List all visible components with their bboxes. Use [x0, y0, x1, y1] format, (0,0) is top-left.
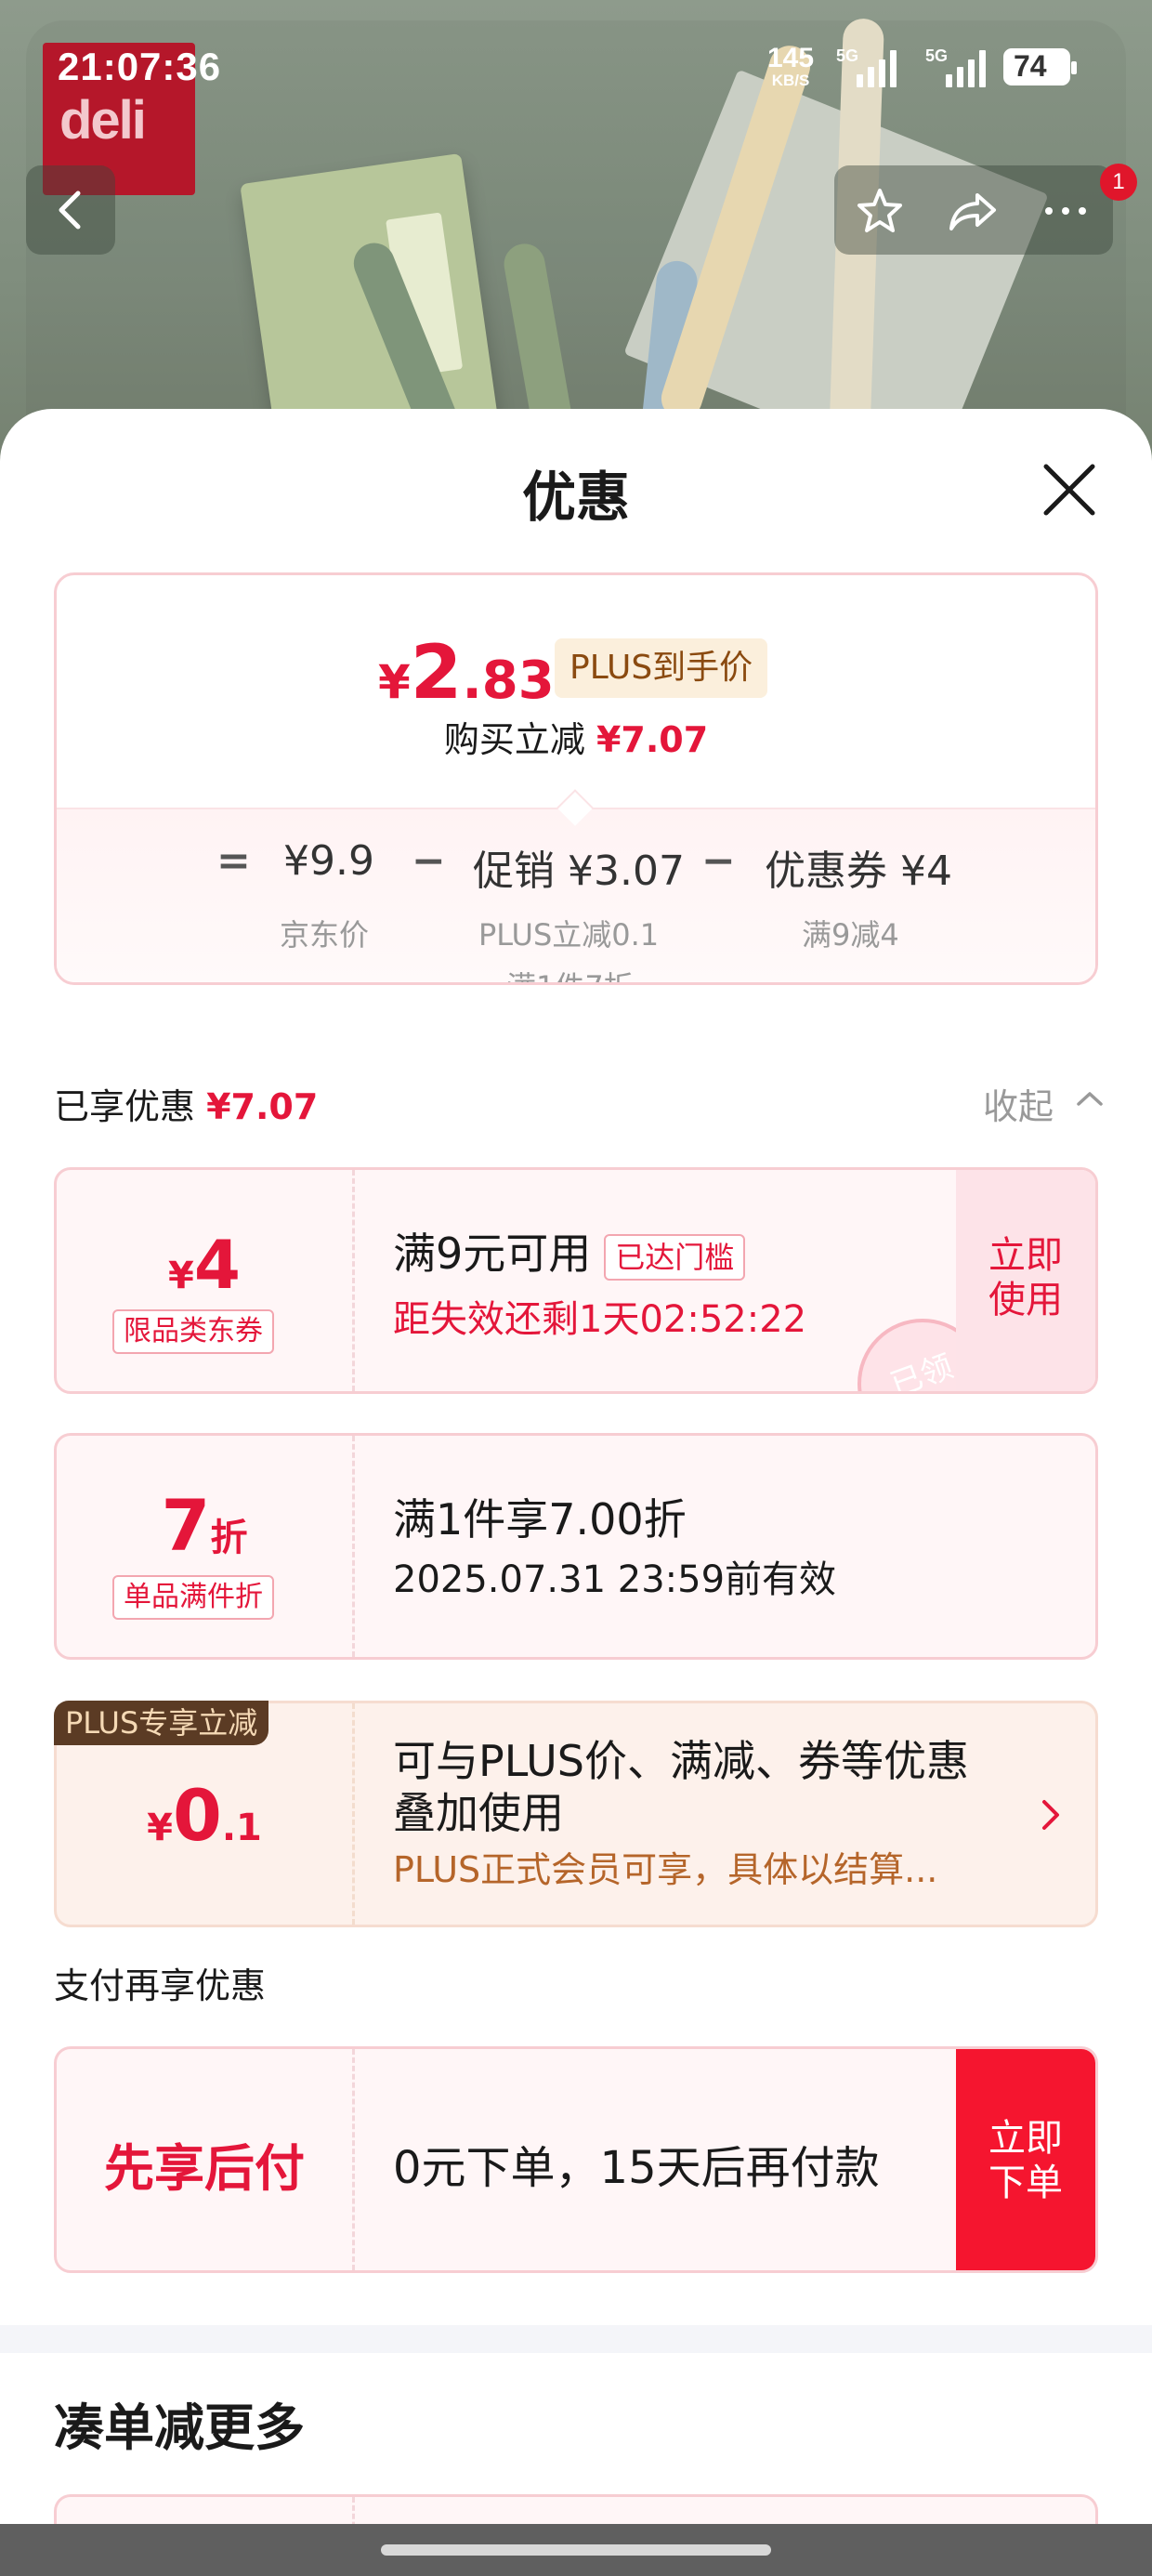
- coupon-condition: 满9元可用: [393, 1229, 592, 1279]
- order-button-line2: 下单: [988, 2162, 1063, 2204]
- equals-sign: =: [216, 837, 251, 885]
- use-button-line2: 使用: [988, 1279, 1063, 1321]
- home-indicator[interactable]: [381, 2544, 771, 2556]
- network-speed-value: 145: [767, 43, 815, 73]
- jd-price-label: 京东价: [280, 917, 370, 953]
- collapse-toggle[interactable]: 收起: [983, 1078, 1103, 1129]
- jd-price: ¥9.9: [283, 837, 374, 885]
- plus-exclusive-tag: PLUS专享立减: [54, 1701, 269, 1745]
- discount-type-tag: 单品满件折: [112, 1575, 274, 1620]
- more-icon[interactable]: [1041, 186, 1091, 236]
- minus-sign: −: [701, 837, 736, 885]
- coupon-countdown: 距失效还剩1天02:52:22: [393, 1298, 807, 1341]
- card-divider: [352, 1703, 355, 1925]
- reduced-label: 购买立减: [443, 719, 585, 760]
- currency-symbol: ¥: [378, 655, 411, 709]
- threshold-reached-badge: 已达门槛: [604, 1233, 746, 1281]
- enjoyed-amount: ¥7.07: [206, 1086, 319, 1127]
- coupon-type-tag: 限品类东券: [112, 1309, 274, 1354]
- price-summary-card: ¥2.83 PLUS到手价 购买立减 ¥7.07 = ¥9.9 − 促销 ¥3.…: [54, 572, 1098, 985]
- plus-currency: ¥: [147, 1807, 173, 1849]
- plus-amount-display: ¥0.1: [57, 1774, 352, 1857]
- summary-top: ¥2.83 PLUS到手价 购买立减 ¥7.07: [57, 575, 1095, 808]
- price-integer: 2: [410, 629, 463, 716]
- collapse-label: 收起: [983, 1086, 1054, 1127]
- order-button-line1: 立即: [988, 2117, 1063, 2160]
- discount-unit: 折: [210, 1517, 248, 1559]
- coupon-currency: ¥: [168, 1255, 194, 1297]
- battery-level: 74: [1014, 49, 1047, 83]
- plus-value-dec: .1: [221, 1807, 262, 1849]
- coupon-amount: 优惠券 ¥4: [765, 848, 952, 895]
- plus-value-int: 0: [172, 1774, 222, 1857]
- card-divider: [352, 2049, 355, 2270]
- home-indicator-bar: [0, 2524, 1152, 2576]
- minus-sign: −: [412, 837, 446, 885]
- price-decimal: .83: [462, 651, 555, 711]
- more-section-title: 凑单减更多: [54, 2399, 305, 2457]
- coupon-amount-display: ¥4: [57, 1226, 352, 1304]
- claimed-stamp-text: 已领: [885, 1347, 958, 1394]
- battery-icon: 74: [1003, 48, 1077, 85]
- pay-later-name: 先享后付: [104, 2139, 305, 2198]
- coupon-detail: 满9减4: [802, 917, 899, 953]
- discount-card: 7折 单品满件折 满1件享7.00折 2025.07.31 23:59前有效: [54, 1433, 1098, 1660]
- discount-left: 7折 单品满件折: [57, 1436, 352, 1657]
- coupon-left: ¥4 限品类东券: [57, 1170, 352, 1391]
- sim1-label: 5G: [836, 46, 859, 65]
- price-breakdown: = ¥9.9 − 促销 ¥3.07 − 优惠券 ¥4 京东价 PLUS立减0.1…: [57, 808, 1095, 982]
- sim2-label: 5G: [925, 46, 949, 65]
- discount-value: 7: [161, 1484, 211, 1567]
- status-bar: 21:07:36 145 KB/S 5G 5G 74: [0, 0, 1152, 130]
- network-speed-unit: KB/S: [771, 72, 810, 89]
- back-button[interactable]: [26, 165, 115, 255]
- pay-later-card: 先享后付 0元下单，15天后再付款 立即 下单: [54, 2046, 1098, 2273]
- discount-condition: 满1件享7.00折: [393, 1494, 687, 1544]
- pay-later-desc: 0元下单，15天后再付款: [393, 2142, 880, 2194]
- section-separator: [0, 2325, 1152, 2353]
- signal-icon: 5G: [836, 46, 929, 87]
- chevron-up-icon: [1077, 1092, 1103, 1106]
- card-divider: [352, 1436, 355, 1657]
- enjoyed-discounts-label: 已享优惠 ¥7.07: [54, 1078, 318, 1129]
- top-actions: [834, 165, 1113, 255]
- plus-note: PLUS正式会员可享，具体以结算...: [393, 1849, 938, 1890]
- use-button-line1: 立即: [988, 1234, 1063, 1277]
- use-now-button[interactable]: 立即 使用: [956, 1170, 1095, 1391]
- star-icon[interactable]: [855, 186, 905, 236]
- plus-description: 可与PLUS价、满减、券等优惠叠加使用: [393, 1736, 969, 1838]
- sheet-title: 优惠: [521, 466, 630, 529]
- coupon-card: ¥4 限品类东券 满9元可用 已达门槛 距失效还剩1天02:52:22 已领 立即…: [54, 1167, 1098, 1394]
- coupon-value: 4: [193, 1226, 241, 1304]
- cart-badge: 1: [1100, 164, 1137, 201]
- discount-expiry: 2025.07.31 23:59前有效: [393, 1558, 837, 1601]
- discount-sheet: 优惠 ¥2.83 PLUS到手价 购买立减 ¥7.07 = ¥9.9 − 促销 …: [0, 409, 1152, 2576]
- card-divider: [352, 1170, 355, 1391]
- promo-detail-2: 满1件7折: [506, 964, 634, 982]
- promo-amount: 促销 ¥3.07: [473, 848, 685, 895]
- chevron-right-icon: [1042, 1800, 1059, 1830]
- close-icon[interactable]: [1041, 461, 1098, 519]
- coupon-condition-line: 满9元可用 已达门槛: [393, 1220, 746, 1281]
- final-price: ¥2.83: [378, 629, 555, 716]
- network-speed: 145 KB/S: [767, 43, 815, 89]
- plus-price-tag: PLUS到手价: [555, 638, 768, 698]
- reduced-summary: 购买立减 ¥7.07: [57, 711, 1095, 762]
- back-icon: [59, 191, 81, 230]
- enjoyed-label: 已享优惠: [54, 1086, 196, 1127]
- promo-detail-1: PLUS立减0.1: [478, 917, 660, 953]
- status-time: 21:07:36: [58, 45, 222, 88]
- order-now-button[interactable]: 立即 下单: [956, 2049, 1095, 2270]
- discount-amount-display: 7折: [57, 1484, 352, 1567]
- reduced-amount: ¥7.07: [596, 719, 709, 760]
- pay-section-label: 支付再享优惠: [54, 1965, 267, 2006]
- share-icon[interactable]: [948, 186, 998, 236]
